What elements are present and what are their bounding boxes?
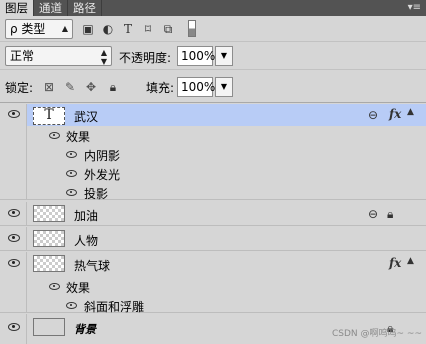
effect-drop-shadow[interactable]: 投影	[84, 185, 108, 202]
filter-type-icon[interactable]: T	[120, 21, 136, 37]
eye-icon[interactable]	[8, 259, 20, 267]
opacity-dropdown-button[interactable]: ▼	[215, 46, 233, 66]
lock-brush-icon[interactable]: ✎	[63, 80, 77, 94]
fill-dropdown-button[interactable]: ▼	[215, 77, 233, 97]
blend-mode-select[interactable]: 正常 ▲ ▼	[5, 46, 112, 66]
tab-paths[interactable]: 路径	[68, 0, 102, 16]
chevron-updown-icon: ▲	[61, 24, 68, 33]
filter-pixel-icon[interactable]: ▣	[80, 21, 96, 37]
panel-tab-bar: 图层 通道 路径 ▾≡	[0, 0, 426, 16]
link-icon: ⊖	[368, 108, 379, 122]
fx-icon[interactable]: fx	[389, 256, 401, 270]
chevron-updown-icon: ▲ ▼	[100, 48, 107, 66]
filter-row: ρ 类型 ▲ ▣ ◐ T ⌑ ⧉	[0, 16, 426, 42]
layer-row-jiayou[interactable]: 加油 ⊖ 🔒︎	[0, 202, 426, 226]
layer-name[interactable]: 背景	[74, 321, 96, 337]
effects-eye-icon[interactable]	[49, 132, 60, 139]
layer-thumbnail[interactable]	[33, 255, 65, 272]
layer-name[interactable]: 人物	[74, 232, 98, 249]
effect-eye-icon[interactable]	[66, 151, 77, 158]
effect-eye-icon[interactable]	[66, 189, 77, 196]
collapse-arrow-icon[interactable]: ▲	[407, 256, 414, 266]
layer-thumbnail[interactable]	[33, 230, 65, 247]
effect-eye-icon[interactable]	[66, 170, 77, 177]
layer-name[interactable]: 加油	[74, 207, 98, 224]
filter-adjustment-icon[interactable]: ◐	[100, 21, 116, 37]
tab-layers-label: 图层	[5, 1, 28, 15]
blend-row: 正常 ▲ ▼ 不透明度: 100% ▼	[0, 43, 426, 70]
effect-eye-icon[interactable]	[66, 302, 77, 309]
visibility-column	[0, 252, 27, 312]
blend-mode-label: 正常	[10, 49, 35, 63]
tab-paths-label: 路径	[73, 1, 96, 15]
effect-bevel-emboss[interactable]: 斜面和浮雕	[84, 298, 144, 315]
lock-transparent-icon[interactable]: ⊠	[42, 80, 56, 94]
filter-shape-icon[interactable]: ⌑	[140, 21, 156, 37]
filter-kind-select[interactable]: ρ 类型 ▲	[5, 19, 73, 39]
lock-move-icon[interactable]: ✥	[84, 80, 98, 94]
layer-row-renwu[interactable]: 人物	[0, 227, 426, 251]
effects-label: 效果	[66, 130, 91, 144]
opacity-input[interactable]: 100%	[177, 46, 215, 66]
opacity-label: 不透明度:	[119, 51, 172, 65]
eye-icon[interactable]	[8, 110, 20, 118]
visibility-column	[0, 202, 27, 225]
visibility-column	[0, 314, 27, 344]
layers-panel: 图层 通道 路径 ▾≡ ρ 类型 ▲ ▣ ◐ T ⌑ ⧉ 正常 ▲ ▼ 不透明度:…	[0, 0, 426, 344]
watermark: CSDN @啊呜呜~ ~~	[331, 329, 422, 339]
effects-eye-icon[interactable]	[49, 283, 60, 290]
tab-channels[interactable]: 通道	[34, 0, 68, 16]
lock-icon: 🔒︎	[387, 207, 394, 221]
background-thumbnail[interactable]	[33, 318, 65, 336]
text-layer-thumbnail[interactable]: T	[33, 107, 65, 125]
tab-channels-label: 通道	[39, 1, 62, 15]
layer-name[interactable]: 武汉	[74, 108, 98, 125]
filter-toggle-switch[interactable]	[188, 20, 196, 37]
fill-input[interactable]: 100%	[177, 77, 215, 97]
effects-label: 效果	[66, 281, 91, 295]
visibility-column	[0, 104, 27, 199]
layer-name[interactable]: 热气球	[74, 257, 110, 274]
link-icon: ⊖	[368, 207, 379, 221]
layer-row-wuhan[interactable]: T 武汉 ⊖ fx ▲ 效果 内阴影 外发光 投影	[0, 104, 426, 202]
effect-inner-shadow[interactable]: 内阴影	[84, 147, 120, 164]
collapse-arrow-icon[interactable]: ▲	[407, 107, 414, 117]
eye-icon[interactable]	[8, 234, 20, 242]
visibility-column	[0, 227, 27, 250]
tab-layers[interactable]: 图层	[0, 0, 34, 16]
panel-menu-icon[interactable]: ▾≡	[408, 0, 421, 16]
fill-label: 填充:	[146, 81, 175, 95]
filter-smartobject-icon[interactable]: ⧉	[160, 21, 176, 37]
fx-icon[interactable]: fx	[389, 107, 401, 121]
eye-icon[interactable]	[8, 323, 20, 331]
lock-label: 锁定:	[5, 81, 34, 95]
layer-row-reqiqiu[interactable]: 热气球 fx ▲ 效果 斜面和浮雕	[0, 252, 426, 315]
eye-icon[interactable]	[8, 209, 20, 217]
filter-kind-label: ρ 类型	[10, 22, 46, 36]
effect-outer-glow[interactable]: 外发光	[84, 166, 120, 183]
layers-list: T 武汉 ⊖ fx ▲ 效果 内阴影 外发光 投影 加油 ⊖ 🔒︎ 人物 热气球…	[0, 104, 426, 344]
lock-all-icon[interactable]: 🔒︎	[106, 80, 120, 94]
layer-thumbnail[interactable]	[33, 205, 65, 222]
